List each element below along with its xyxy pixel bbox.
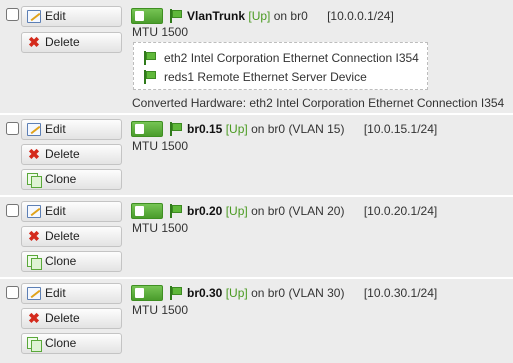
ip-address: [10.0.20.1/24] [363, 204, 438, 218]
parent-interface: on br0 [251, 286, 286, 300]
interface-header: br0.15 [Up] on br0 (VLAN 15) [10.0.15.1/… [187, 122, 437, 136]
converted-hardware: Converted Hardware: eth2 Intel Corporati… [132, 96, 505, 110]
delete-x-icon: ✖ [28, 146, 40, 162]
clone-icon [27, 173, 42, 188]
clone-button[interactable]: Clone [21, 333, 122, 354]
clone-button[interactable]: Clone [21, 169, 122, 190]
select-checkbox[interactable] [6, 204, 19, 217]
enable-toggle[interactable] [131, 203, 163, 219]
interface-row-br0-20: Edit ✖ Delete Clone br0.20 [Up] on br0 (V… [0, 197, 513, 277]
delete-x-icon: ✖ [28, 310, 40, 326]
clone-icon [27, 337, 42, 352]
select-checkbox[interactable] [6, 122, 19, 135]
delete-button[interactable]: ✖ Delete [21, 308, 122, 329]
delete-x-icon: ✖ [28, 228, 40, 244]
interface-header: br0.20 [Up] on br0 (VLAN 20) [10.0.20.1/… [187, 204, 437, 218]
mtu-value: MTU 1500 [132, 221, 189, 235]
edit-icon [27, 10, 41, 23]
interface-name: br0.30 [187, 286, 223, 300]
parent-interface: on br0 [251, 122, 286, 136]
select-checkbox[interactable] [6, 286, 19, 299]
interface-name: br0.20 [187, 204, 223, 218]
delete-x-icon: ✖ [28, 34, 40, 50]
ip-address: [10.0.30.1/24] [363, 286, 438, 300]
interface-header: VlanTrunk [Up] on br0 [10.0.0.1/24] [187, 9, 394, 23]
status-up: [Up] [248, 9, 271, 23]
edit-button[interactable]: Edit [21, 283, 122, 304]
interface-row-br0-15: Edit ✖ Delete Clone br0.15 [Up] on br0 (V… [0, 115, 513, 195]
nic-flag-icon [143, 51, 157, 65]
delete-button[interactable]: ✖ Delete [21, 226, 122, 247]
select-checkbox[interactable] [6, 8, 19, 21]
ip-address: [10.0.0.1/24] [327, 9, 394, 23]
hardware-item: reds1 Remote Ethernet Server Device [164, 70, 367, 84]
hardware-item: eth2 Intel Corporation Ethernet Connecti… [164, 51, 419, 65]
status-up: [Up] [225, 122, 248, 136]
interface-flag-icon [169, 286, 183, 300]
parent-interface: on br0 [251, 204, 286, 218]
hardware-list: eth2 Intel Corporation Ethernet Connecti… [133, 42, 428, 90]
interface-header: br0.30 [Up] on br0 (VLAN 30) [10.0.30.1/… [187, 286, 437, 300]
edit-button[interactable]: Edit [21, 201, 122, 222]
delete-button[interactable]: ✖ Delete [21, 144, 122, 165]
enable-toggle[interactable] [131, 121, 163, 137]
vlan-id: (VLAN 30) [288, 286, 345, 300]
enable-toggle[interactable] [131, 285, 163, 301]
mtu-value: MTU 1500 [132, 25, 189, 39]
edit-icon [27, 205, 41, 218]
nic-flag-icon [143, 70, 157, 84]
interface-flag-icon [169, 204, 183, 218]
delete-button[interactable]: ✖ Delete [21, 32, 122, 53]
interface-row-br0-30: Edit ✖ Delete Clone br0.30 [Up] on br0 (V… [0, 279, 513, 363]
interface-flag-icon [169, 9, 183, 23]
interface-name: VlanTrunk [187, 9, 246, 23]
edit-button[interactable]: Edit [21, 119, 122, 140]
interface-name: br0.15 [187, 122, 223, 136]
ip-address: [10.0.15.1/24] [363, 122, 438, 136]
clone-button[interactable]: Clone [21, 251, 122, 272]
interface-row-vlantrunk: Edit ✖ Delete VlanTrunk [Up] on br0 [10.0… [0, 0, 513, 113]
edit-button[interactable]: Edit [21, 6, 122, 27]
status-up: [Up] [225, 204, 248, 218]
status-up: [Up] [225, 286, 248, 300]
mtu-value: MTU 1500 [132, 303, 189, 317]
interface-flag-icon [169, 122, 183, 136]
clone-icon [27, 255, 42, 270]
edit-icon [27, 123, 41, 136]
vlan-id: (VLAN 20) [288, 204, 345, 218]
edit-icon [27, 287, 41, 300]
mtu-value: MTU 1500 [132, 139, 189, 153]
parent-interface: on br0 [273, 9, 308, 23]
vlan-id: (VLAN 15) [288, 122, 345, 136]
enable-toggle[interactable] [131, 8, 163, 24]
